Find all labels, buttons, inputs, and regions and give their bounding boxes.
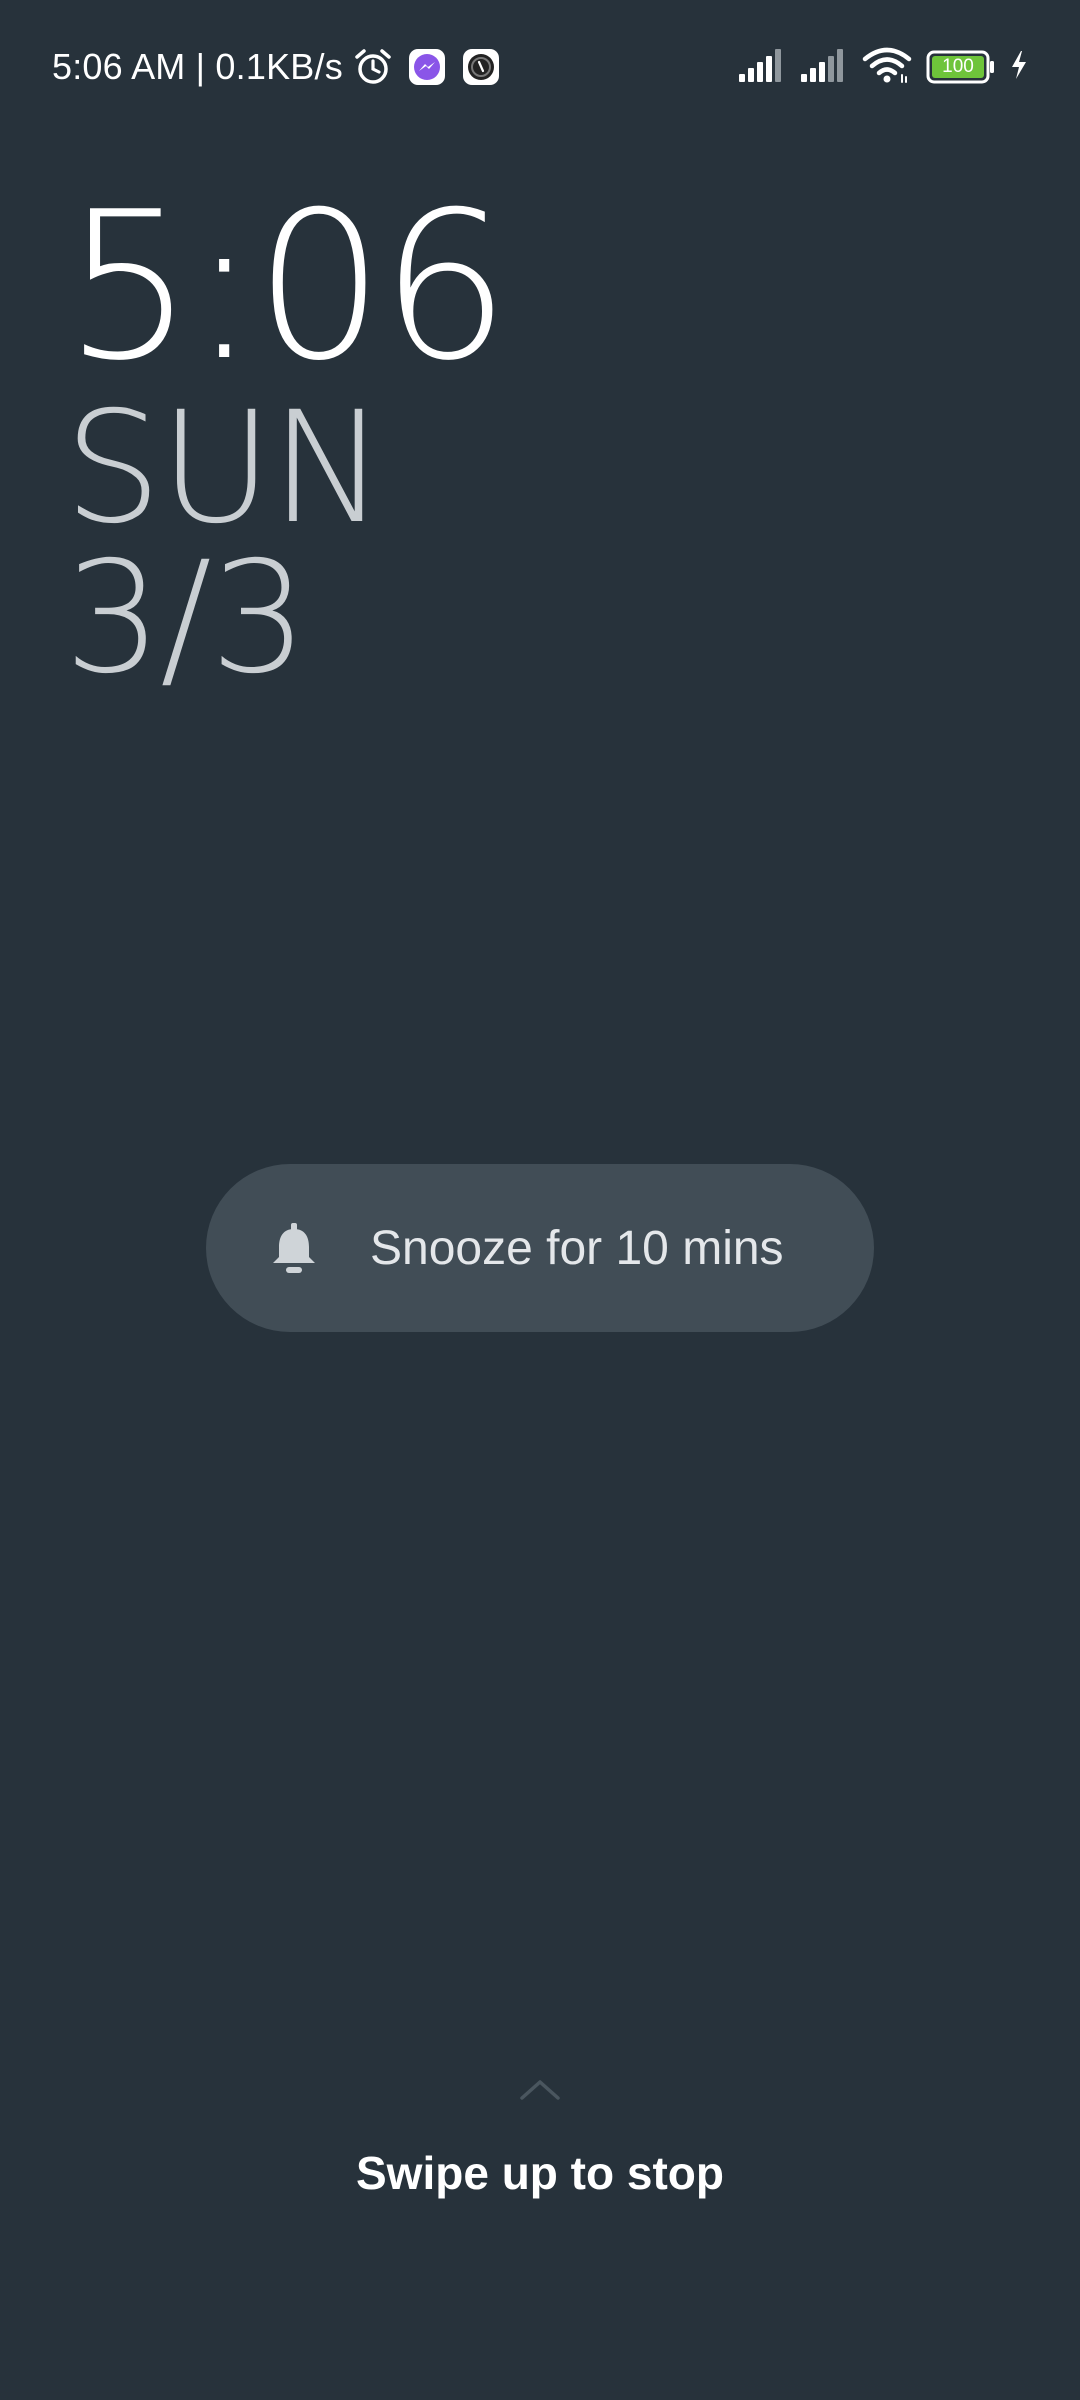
alarm-icon	[353, 47, 393, 87]
messenger-icon	[407, 47, 447, 87]
status-bar: 5:06 AM | 0.1KB/s 100	[0, 0, 1080, 134]
wifi-icon	[862, 47, 912, 88]
snooze-label: Snooze for 10 mins	[370, 1221, 784, 1275]
status-right: 100	[738, 44, 1028, 90]
battery-icon: 100	[926, 50, 996, 84]
snooze-button[interactable]: Snooze for 10 mins	[206, 1164, 874, 1332]
app-icon	[461, 47, 501, 87]
bell-icon	[266, 1220, 322, 1276]
signal-icon	[738, 48, 786, 87]
signal-icon	[800, 48, 848, 87]
charging-icon	[1010, 50, 1028, 85]
status-left: 5:06 AM | 0.1KB/s	[52, 44, 501, 90]
status-time-speed: 5:06 AM | 0.1KB/s	[52, 46, 343, 87]
clock-date: 3/3	[64, 529, 308, 708]
clock-day: SUN	[64, 379, 386, 558]
lock-clock: 5:06 SUN 3/3	[64, 169, 664, 708]
swipe-to-stop-label[interactable]: Swipe up to stop	[0, 2146, 1080, 2200]
chevron-up-icon	[516, 2076, 564, 2104]
battery-level: 100	[942, 56, 974, 77]
clock-time: 5:06	[64, 169, 510, 406]
